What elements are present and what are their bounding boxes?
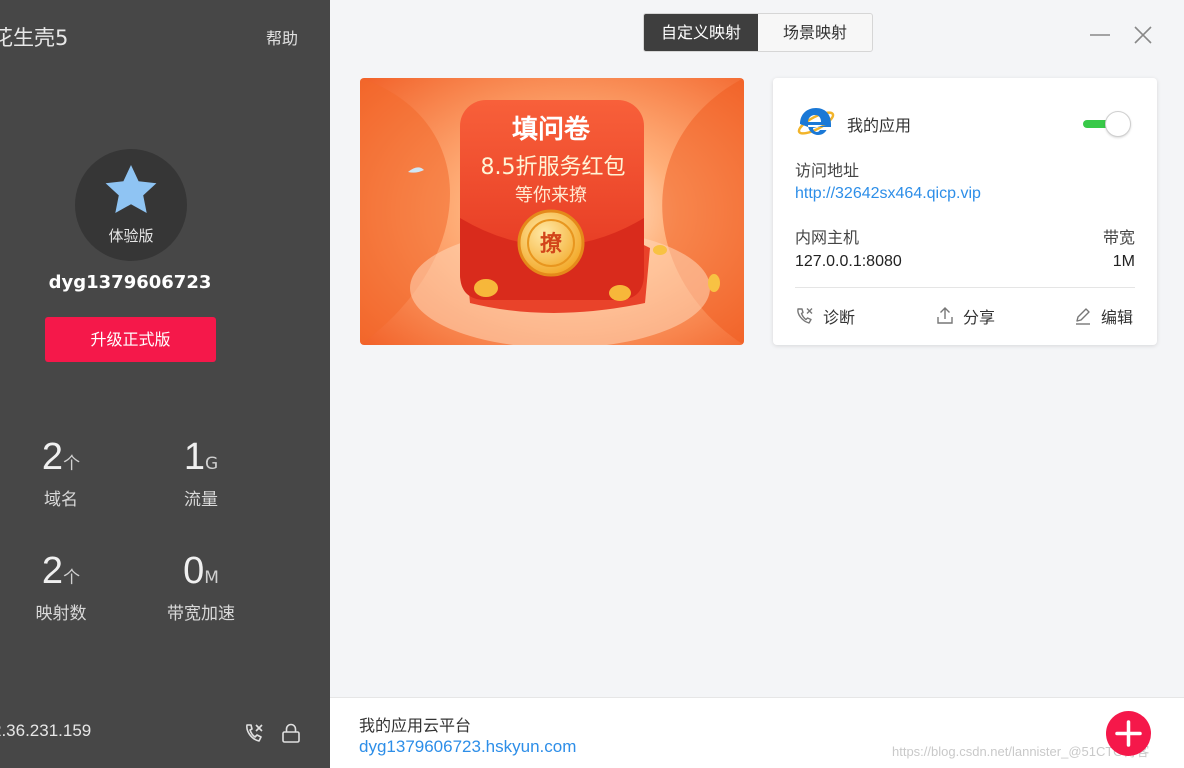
stat-unit: 个 <box>63 568 81 588</box>
bandwidth-label: 带宽 <box>1102 228 1135 247</box>
stat-value: 2 <box>41 436 64 478</box>
promo-illustration: 填问卷 8.5折服务红包 等你来撩 撩 <box>360 78 744 345</box>
banner-line1: 8.5折服务红包 <box>481 155 626 180</box>
diagnose-icon <box>797 308 813 324</box>
address-label: 访问地址 <box>795 161 860 180</box>
plus-icon <box>1115 720 1142 747</box>
banner-line2: 等你来撩 <box>515 185 587 206</box>
stat-label: 流量 <box>184 490 218 510</box>
host-value: 127.0.0.1:8080 <box>795 253 902 270</box>
promo-banner[interactable]: 填问卷 8.5折服务红包 等你来撩 撩 <box>360 78 744 345</box>
stat-unit: M <box>204 568 219 588</box>
upgrade-button[interactable]: 升级正式版 <box>45 317 216 362</box>
tab-custom-mapping[interactable]: 自定义映射 <box>644 14 758 51</box>
diagnose-label: 诊断 <box>823 308 856 327</box>
cloud-platform-label: 我的应用云平台 <box>359 716 472 735</box>
toggle-knob <box>1105 111 1131 137</box>
close-icon[interactable] <box>1133 25 1153 45</box>
share-label: 分享 <box>963 308 996 327</box>
stat-label: 域名 <box>44 490 78 510</box>
main-panel: 自定义映射 场景映射 填问卷 8.5折服务红包 等你来撩 撩 我的应用 访问地址… <box>330 0 1184 768</box>
ip-address: 2.36.231.159 <box>0 721 92 740</box>
banner-coin-text: 撩 <box>540 232 563 257</box>
sidebar: 花生壳5 帮助 体验版 dyg1379606723 升级正式版 2个 域名 1G… <box>0 0 330 768</box>
stat-traffic: 1G 流量 <box>131 436 271 510</box>
share-button[interactable]: 分享 <box>935 304 995 328</box>
app-enable-toggle[interactable] <box>1083 111 1133 137</box>
ie-app-icon <box>797 108 835 135</box>
edit-button[interactable]: 编辑 <box>1073 304 1133 328</box>
stat-bandwidth: 0M 带宽加速 <box>131 550 271 624</box>
edit-label: 编辑 <box>1101 308 1134 327</box>
stat-mappings: 2个 映射数 <box>0 550 131 624</box>
address-link[interactable]: http://32642sx464.qicp.vip <box>795 185 981 203</box>
help-link[interactable]: 帮助 <box>266 25 298 49</box>
diagnose-button[interactable]: 诊断 <box>795 304 855 328</box>
diagnose-icon[interactable] <box>243 722 265 744</box>
app-name: 我的应用 <box>847 116 912 135</box>
stat-value: 0 <box>183 550 205 592</box>
star-icon <box>105 165 157 213</box>
stat-label: 带宽加速 <box>167 604 235 624</box>
tier-label: 体验版 <box>108 227 154 245</box>
username: dyg1379606723 <box>48 272 212 293</box>
banner-title: 填问卷 <box>512 115 591 145</box>
mapping-tabs: 自定义映射 场景映射 <box>643 13 873 52</box>
app-card: 我的应用 访问地址 http://32642sx464.qicp.vip 内网主… <box>773 78 1157 345</box>
bandwidth-value: 1M <box>1112 253 1135 270</box>
stat-unit: 个 <box>63 454 81 474</box>
avatar[interactable]: 体验版 <box>75 149 187 261</box>
stat-value: 1 <box>183 436 205 478</box>
lock-icon[interactable] <box>280 722 302 744</box>
stat-value: 2 <box>41 550 64 592</box>
divider <box>795 287 1135 288</box>
stat-domains: 2个 域名 <box>0 436 131 510</box>
cloud-platform-link[interactable]: dyg1379606723.hskyun.com <box>359 737 576 757</box>
edit-icon <box>1076 308 1090 325</box>
minimize-icon[interactable] <box>1090 25 1110 45</box>
cloud-platform-bar: 我的应用云平台 dyg1379606723.hskyun.com https:/… <box>330 697 1184 768</box>
stat-unit: G <box>204 454 219 474</box>
share-icon <box>937 307 953 324</box>
tab-scene-mapping[interactable]: 场景映射 <box>758 14 872 51</box>
host-label: 内网主机 <box>795 228 860 247</box>
add-mapping-button[interactable] <box>1106 711 1151 756</box>
app-title: 花生壳5 <box>0 26 69 50</box>
stat-label: 映射数 <box>35 604 87 624</box>
